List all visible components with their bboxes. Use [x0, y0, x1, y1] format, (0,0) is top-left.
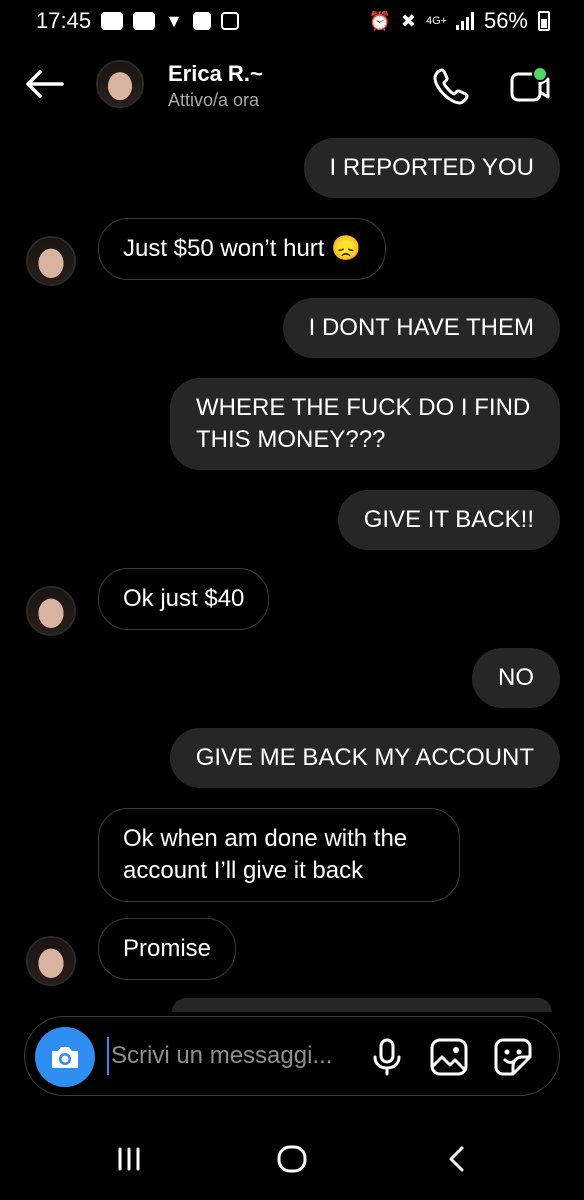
- message-incoming[interactable]: Promise: [98, 918, 237, 980]
- camera-icon[interactable]: [35, 1027, 95, 1087]
- mute-icon: ✖: [400, 10, 416, 31]
- message-incoming[interactable]: Just $50 won’t hurt 😞: [98, 218, 386, 280]
- sticker-icon[interactable]: [493, 1037, 533, 1077]
- gallery-notification-icon: [220, 12, 239, 30]
- message-outgoing[interactable]: NO: [472, 648, 560, 708]
- video-call-icon[interactable]: [508, 66, 550, 106]
- message-outgoing[interactable]: I DONT HAVE THEM: [282, 298, 560, 358]
- navigation-bar: [0, 1130, 584, 1190]
- battery-icon: [538, 11, 550, 31]
- contact-avatar[interactable]: [96, 60, 144, 108]
- message-input[interactable]: Scrivi un messaggi...: [107, 1037, 351, 1075]
- contact-avatar-small[interactable]: [26, 586, 76, 636]
- alarm-icon: ⏰: [368, 10, 391, 31]
- contact-avatar-small[interactable]: [26, 936, 76, 986]
- contact-name[interactable]: Erica R.~: [168, 61, 263, 87]
- battery-percent: 56%: [483, 8, 528, 33]
- recent-apps-icon[interactable]: [114, 1144, 144, 1179]
- online-indicator: [532, 66, 548, 82]
- network-type: 4G+: [425, 15, 448, 27]
- microphone-icon[interactable]: [367, 1037, 407, 1077]
- message-composer: Scrivi un messaggi...: [24, 1016, 560, 1096]
- message-incoming[interactable]: Ok when am done with the account I’ll gi…: [98, 808, 460, 902]
- home-icon[interactable]: [276, 1144, 308, 1179]
- message-outgoing[interactable]: GIVE ME BACK MY ACCOUNT: [169, 728, 560, 788]
- contact-avatar-small[interactable]: [26, 236, 76, 286]
- message-outgoing[interactable]: I REPORTED YOU: [303, 138, 560, 198]
- back-arrow-icon[interactable]: [24, 68, 66, 100]
- message-outgoing[interactable]: GIVE IT BACK!!: [337, 490, 560, 550]
- contact-status: Attivo/a ora: [168, 90, 260, 110]
- twitter-notification-icon: ▼: [165, 10, 183, 31]
- message-incoming[interactable]: Ok just $40: [98, 568, 270, 630]
- clock: 17:45: [36, 8, 92, 33]
- youtube-notification-icon-2: [133, 12, 156, 30]
- youtube-notification-icon: [101, 12, 124, 30]
- signal-icon: [455, 12, 474, 30]
- gallery-icon[interactable]: [429, 1037, 469, 1077]
- phone-icon[interactable]: [432, 66, 472, 106]
- status-bar: 17:45 ▼ ⏰ ✖ 4G+ 56%: [0, 0, 584, 42]
- message-outgoing[interactable]: WHERE THE FUCK DO I FIND THIS MONEY???: [170, 378, 560, 470]
- camera-notification-icon: [192, 12, 211, 30]
- back-icon[interactable]: [442, 1144, 472, 1179]
- message-partial: [172, 998, 552, 1012]
- chat-header: Erica R.~ Attivo/a ora: [0, 52, 584, 118]
